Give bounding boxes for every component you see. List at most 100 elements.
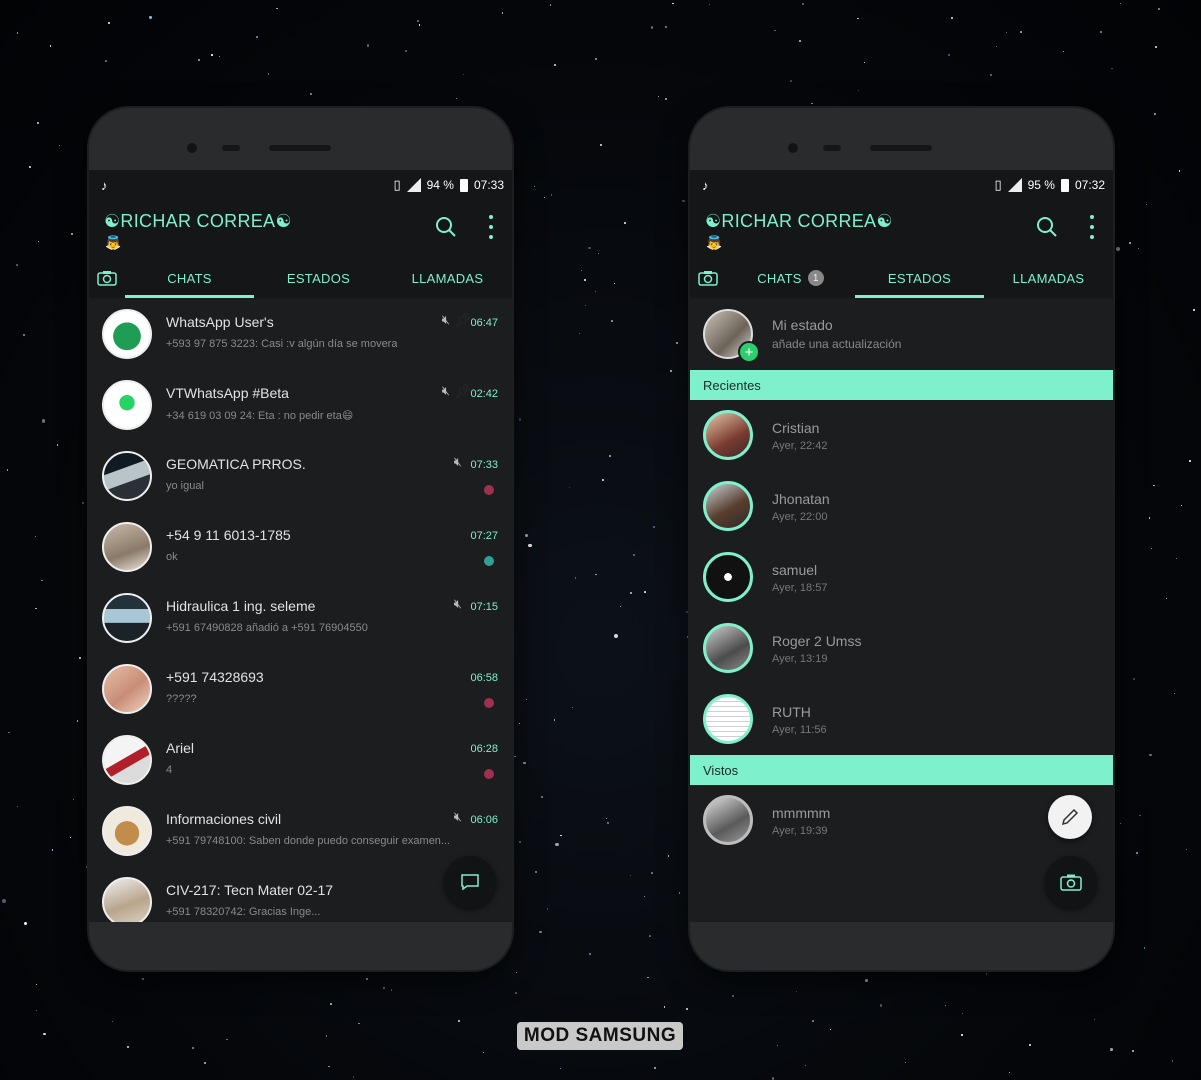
my-status-label: Mi estado [772,317,833,333]
app-bar: ☯RICHAR CORREA☯ 👼 [89,200,512,258]
tab-chats[interactable]: CHATS [125,258,254,298]
earpiece-speaker [269,145,331,151]
status-contact-name: mmmmm [772,805,831,821]
status-list-item[interactable]: Jhonatan Ayer, 22:00 [690,471,1113,542]
chat-list-item[interactable]: GEOMATICA PRROS. yo igual 07:33 🔇︎ [89,441,512,512]
unread-indicator [484,769,494,779]
status-time: Ayer, 18:57 [772,582,828,594]
camera-status-button[interactable] [1045,856,1097,908]
chat-name: Informaciones civil [166,811,282,827]
chat-name: Ariel [166,740,195,756]
unread-indicator [484,698,494,708]
earpiece-speaker [870,145,932,151]
tab-chats[interactable]: CHATS 1 [726,258,855,298]
chat-name: VTWhatsApp #Beta [166,385,289,401]
tab-label: LLAMADAS [411,270,484,286]
chat-list-item[interactable]: Ariel 4 06:28 [89,725,512,796]
avatar [703,623,753,673]
chat-time: 06:58 [470,672,498,684]
avatar [703,410,753,460]
more-options-icon[interactable] [1089,215,1095,239]
avatar [703,795,753,845]
page-title: ☯RICHAR CORREA☯ [705,211,893,231]
chat-last-message: +591 79748100: Saben donde puedo consegu… [166,835,451,847]
chat-time: 06:06 [470,814,498,826]
tab-label: ESTADOS [887,270,952,286]
vibrate-icon: ▯ [994,177,1002,192]
tab-llamadas[interactable]: LLAMADAS [383,258,512,298]
chat-last-message: ok [166,551,178,563]
avatar [102,806,152,856]
chat-list-item[interactable]: Hidraulica 1 ing. seleme +591 67490828 añ… [89,583,512,654]
tab-label: LLAMADAS [1012,270,1085,286]
front-camera [788,143,798,153]
front-camera [187,143,197,153]
chat-time: 02:42 [470,388,498,400]
chat-name: WhatsApp User's [166,314,274,330]
chat-last-message: +591 67490828 añadió a +591 76904550 [166,622,368,634]
status-list-item[interactable]: Roger 2 Umss Ayer, 13:19 [690,613,1113,684]
search-icon[interactable] [435,216,457,238]
proximity-sensor [222,145,240,151]
my-status-subtitle: añade una actualización [772,337,902,351]
avatar [102,877,152,922]
page-title: ☯RICHAR CORREA☯ [104,211,292,231]
music-note-icon: ♪ [702,177,709,193]
chat-list-item[interactable]: +591 74328693????? 06:58 [89,654,512,725]
new-chat-button[interactable] [444,856,496,908]
chat-time: 07:27 [470,530,498,542]
watermark: MOD SAMSUNG [517,1022,683,1050]
status-list-item[interactable]: Cristian Ayer, 22:42 [690,400,1113,471]
tab-label: CHATS [167,270,212,286]
muted-icon: 🔇︎ [453,809,462,824]
tab-label: CHATS [757,270,802,286]
tab-label: ESTADOS [286,270,351,286]
avatar [102,380,152,430]
avatar [703,481,753,531]
whatsapp-screen-estados: ♪ ▯ 95 % 07:32 ☯RICHAR CORREA☯ 👼 CHATS 1 [690,170,1113,922]
camera-tab-icon[interactable] [89,258,125,298]
chat-list-item[interactable]: +54 9 11 6013-1785 ok 07:27 [89,512,512,583]
avatar [102,593,152,643]
chat-list-item[interactable]: VTWhatsApp #Beta +34 619 03 09 24: Eta : … [89,370,512,441]
chat-name: Hidraulica 1 ing. seleme [166,598,316,614]
avatar [102,522,152,572]
chat-last-message: ????? [166,693,197,705]
proximity-sensor [823,145,841,151]
pin-icon: 📌︎ [454,312,472,328]
camera-icon [1060,874,1082,891]
camera-tab-icon[interactable] [690,258,726,298]
add-status-icon: + [738,341,760,363]
tab-estados[interactable]: ESTADOS [855,258,984,298]
music-note-icon: ♪ [101,177,108,193]
battery-icon [1060,178,1069,192]
status-time: Ayer, 11:56 [772,724,827,736]
chat-time: 06:47 [470,317,498,329]
chat-time: 07:33 [470,459,498,471]
avatar [102,735,152,785]
search-icon[interactable] [1036,216,1058,238]
chat-time: 07:15 [470,601,498,613]
status-contact-name: RUTH [772,704,811,720]
tab-estados[interactable]: ESTADOS [254,258,383,298]
tab-bar: CHATS 1 ESTADOS LLAMADAS [690,258,1113,299]
my-status-row[interactable]: + Mi estado añade una actualización [690,299,1113,370]
unread-indicator [484,485,494,495]
chat-name: +54 9 11 6013-1785 [166,527,291,543]
chat-last-message: +593 97 875 3223: Casi :v algún día se m… [166,338,398,350]
text-status-button[interactable] [1048,795,1092,839]
recent-status-list: Cristian Ayer, 22:42 Jhonatan Ayer, 22:00 sa… [690,400,1113,755]
status-contact-name: samuel [772,562,818,578]
status-list-item[interactable]: RUTH Ayer, 11:56 [690,684,1113,755]
chat-last-message: +34 619 03 09 24: Eta : no pedir eta😄 [166,410,354,422]
battery-percent: 94 % [426,178,454,192]
chat-list-item[interactable]: Informaciones civil +591 79748100: Saben … [89,796,512,867]
more-options-icon[interactable] [488,215,494,239]
chat-list-item[interactable]: WhatsApp User's +593 97 875 3223: Casi :v… [89,299,512,370]
pencil-icon [1061,808,1079,826]
signal-icon [406,178,421,192]
chat-last-message: yo igual [166,480,204,492]
phone-right: ♪ ▯ 95 % 07:32 ☯RICHAR CORREA☯ 👼 CHATS 1 [690,108,1113,970]
status-list-item[interactable]: samuel Ayer, 18:57 [690,542,1113,613]
tab-llamadas[interactable]: LLAMADAS [984,258,1113,298]
